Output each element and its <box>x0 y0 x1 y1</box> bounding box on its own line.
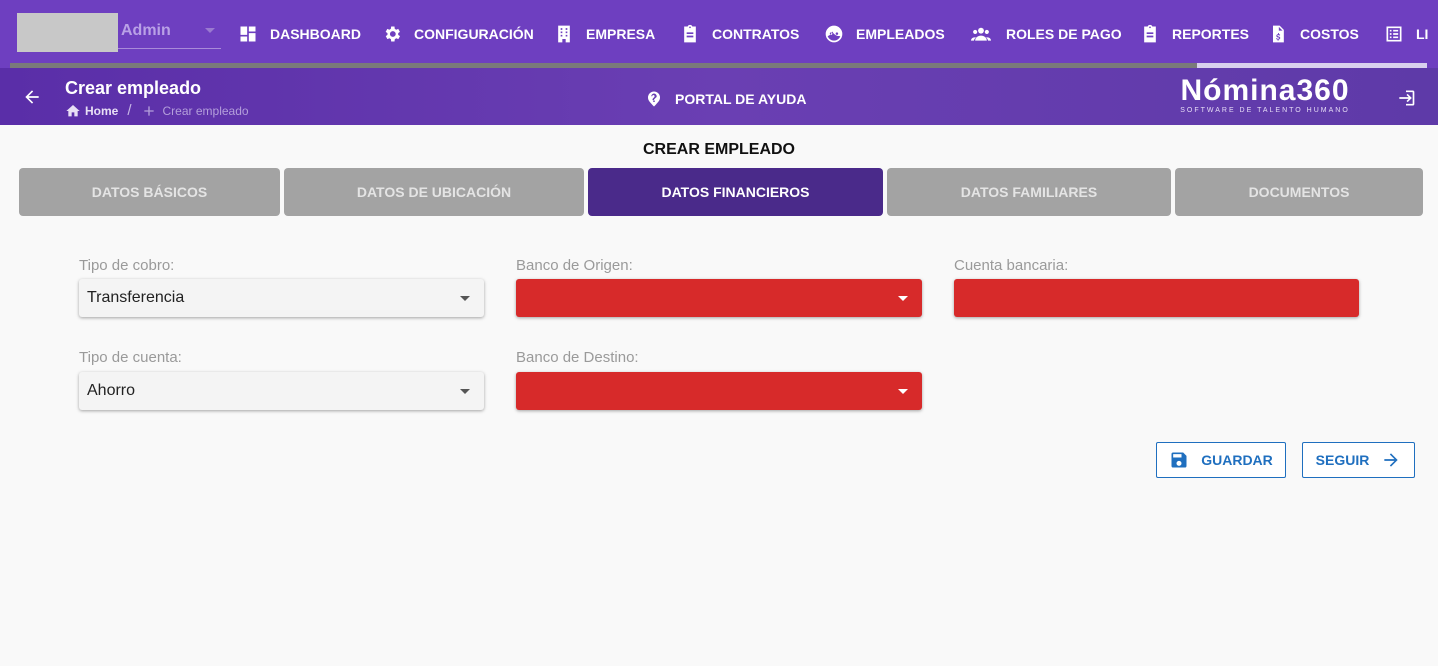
tab-datos-basicos[interactable]: DATOS BÁSICOS <box>19 168 280 216</box>
gear-icon <box>385 26 400 42</box>
clipboard-icon <box>684 24 696 43</box>
logo-tagline: SOFTWARE DE TALENTO HUMANO <box>1180 107 1350 114</box>
nav-label: EMPRESA <box>586 26 656 42</box>
form-title: CREAR EMPLEADO <box>642 141 795 158</box>
arrow-right-icon <box>1384 453 1399 467</box>
banco-origen-label: Banco de Origen: <box>516 257 633 274</box>
breadcrumb-home[interactable]: Home <box>85 104 118 118</box>
tipo-cobro-value: Transferencia <box>87 289 185 306</box>
logo: Nómina360 SOFTWARE DE TALENTO HUMANO <box>1170 74 1360 115</box>
logout-icon <box>1399 90 1415 106</box>
home-icon <box>66 104 80 116</box>
next-label: SEGUIR <box>1315 452 1370 468</box>
nav-empleados[interactable]: EMPLEADOS <box>824 22 945 46</box>
next-button[interactable]: SEGUIR <box>1302 442 1415 478</box>
banco-origen-select[interactable] <box>516 279 922 317</box>
logout-button[interactable] <box>1396 88 1416 113</box>
help-label: PORTAL DE AYUDA <box>675 91 807 107</box>
banco-destino-label: Banco de Destino: <box>516 349 639 366</box>
avatar[interactable] <box>17 13 118 52</box>
breadcrumb-separator: / <box>127 102 132 119</box>
logo-name: Nómina360 <box>1180 74 1350 107</box>
nav-contratos[interactable]: CONTRATOS <box>680 22 799 46</box>
banco-destino-select[interactable] <box>516 372 922 410</box>
list-icon <box>1386 26 1402 42</box>
tipo-cuenta-label: Tipo de cuenta: <box>79 349 182 366</box>
cost-file-icon <box>1273 25 1284 43</box>
nav-li[interactable]: LI <box>1384 22 1428 46</box>
page-title: Crear empleado <box>65 78 202 98</box>
page-header: Crear empleado Home / Crear empleado POR… <box>0 68 1438 125</box>
plus-icon <box>143 105 154 116</box>
nav-label: CONTRATOS <box>712 26 800 42</box>
arrow-left-icon <box>25 90 39 104</box>
user-name: Admin <box>121 22 171 39</box>
nav-costos[interactable]: COSTOS <box>1268 22 1359 46</box>
nav-dashboard[interactable]: DASHBOARD <box>238 22 361 46</box>
nav-roles-de-pago[interactable]: ROLES DE PAGO <box>968 22 1122 46</box>
nav-label: ROLES DE PAGO <box>1006 26 1122 42</box>
tipo-cuenta-select[interactable]: Ahorro <box>79 372 484 410</box>
tipo-cuenta-value: Ahorro <box>87 382 136 399</box>
dropdown-arrow-icon <box>898 389 908 394</box>
dropdown-arrow-icon <box>460 389 470 394</box>
nav-configuracion[interactable]: CONFIGURACIÓN <box>382 22 534 46</box>
tab-datos-ubicacion[interactable]: DATOS DE UBICACIÓN <box>284 168 584 216</box>
help-icon <box>648 91 660 107</box>
nav-reportes[interactable]: REPORTES <box>1140 22 1249 46</box>
save-label: GUARDAR <box>1201 452 1273 468</box>
nav-label: DASHBOARD <box>270 26 361 42</box>
dashboard-icon <box>240 26 256 42</box>
clipboard-icon <box>1144 24 1156 43</box>
nav-label: COSTOS <box>1300 26 1359 42</box>
cuenta-bancaria-input[interactable] <box>954 279 1359 317</box>
top-navbar: Admin DASHBOARD CONFIGURACIÓN EMPRESA CO… <box>0 0 1438 68</box>
nav-label: LI <box>1416 26 1429 42</box>
tipo-cobro-label: Tipo de cobro: <box>79 257 175 274</box>
back-button[interactable] <box>22 87 42 107</box>
dropdown-arrow-icon <box>460 296 470 301</box>
nav-label: CONFIGURACIÓN <box>414 26 534 42</box>
nav-label: REPORTES <box>1172 26 1250 42</box>
breadcrumb: Home / Crear empleado <box>65 102 249 119</box>
users-icon <box>971 27 991 41</box>
help-portal-link[interactable]: PORTAL DE AYUDA <box>645 90 806 108</box>
face-icon <box>825 25 843 43</box>
tab-datos-familiares[interactable]: DATOS FAMILIARES <box>887 168 1171 216</box>
save-button[interactable]: GUARDAR <box>1156 442 1286 478</box>
tab-documentos[interactable]: DOCUMENTOS <box>1175 168 1423 216</box>
building-icon <box>558 25 570 43</box>
floppy-disk-icon <box>1171 452 1187 468</box>
chevron-down-icon <box>205 28 215 33</box>
tipo-cobro-select[interactable]: Transferencia <box>79 279 484 317</box>
breadcrumb-current: Crear empleado <box>162 103 249 118</box>
user-selector[interactable]: Admin <box>118 13 221 49</box>
nav-empresa[interactable]: EMPRESA <box>554 22 655 46</box>
nav-label: EMPLEADOS <box>856 26 945 42</box>
cuenta-bancaria-label: Cuenta bancaria: <box>954 257 1069 274</box>
dropdown-arrow-icon <box>898 296 908 301</box>
tab-datos-financieros[interactable]: DATOS FINANCIEROS <box>588 168 883 216</box>
